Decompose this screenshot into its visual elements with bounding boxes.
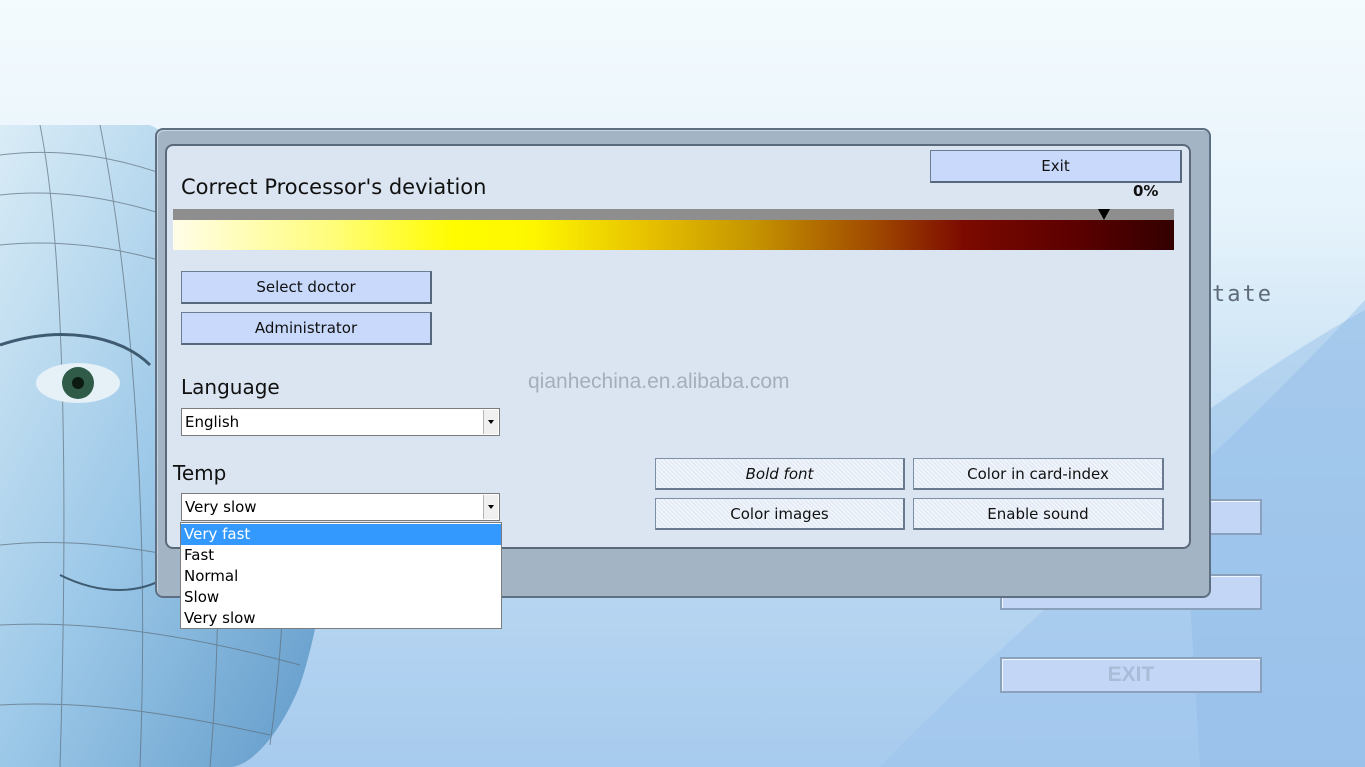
language-label: Language <box>181 375 280 399</box>
temp-option-very-slow[interactable]: Very slow <box>181 608 501 629</box>
background-state-text: tate <box>1212 282 1273 307</box>
administrator-button[interactable]: Administrator <box>181 312 432 345</box>
slider-marker-icon[interactable] <box>1097 209 1110 220</box>
background-exit-button[interactable]: EXIT <box>1000 657 1262 693</box>
temp-option-very-fast[interactable]: Very fast <box>181 524 501 545</box>
language-select[interactable]: English <box>181 408 500 436</box>
select-doctor-button[interactable]: Select doctor <box>181 271 432 304</box>
slider-track[interactable] <box>173 209 1174 220</box>
language-select-value: English <box>185 413 240 431</box>
bold-font-toggle[interactable]: Bold font <box>655 458 905 490</box>
app-screen: tate Version:3.5.2 CUSTOMIZE EXIT Correc… <box>0 0 1365 767</box>
temp-option-fast[interactable]: Fast <box>181 545 501 566</box>
temp-option-normal[interactable]: Normal <box>181 566 501 587</box>
temp-option-slow[interactable]: Slow <box>181 587 501 608</box>
watermark-text: qianhechina.en.alibaba.com <box>528 370 790 393</box>
deviation-gradient-bar[interactable] <box>173 209 1174 250</box>
dialog-title: Correct Processor's deviation <box>181 175 487 199</box>
temp-select[interactable]: Very slow <box>181 493 500 521</box>
chevron-down-icon[interactable] <box>483 495 498 519</box>
color-card-index-toggle[interactable]: Color in card-index <box>913 458 1164 490</box>
chevron-down-icon[interactable] <box>483 410 498 434</box>
temp-dropdown-list: Very fast Fast Normal Slow Very slow <box>180 522 502 629</box>
gradient-fill <box>173 220 1174 250</box>
temp-select-value: Very slow <box>185 498 257 516</box>
enable-sound-toggle[interactable]: Enable sound <box>913 498 1164 530</box>
color-images-toggle[interactable]: Color images <box>655 498 905 530</box>
exit-button[interactable]: Exit <box>930 150 1182 183</box>
temp-label: Temp <box>173 461 227 485</box>
progress-percent: 0% <box>1133 182 1159 200</box>
